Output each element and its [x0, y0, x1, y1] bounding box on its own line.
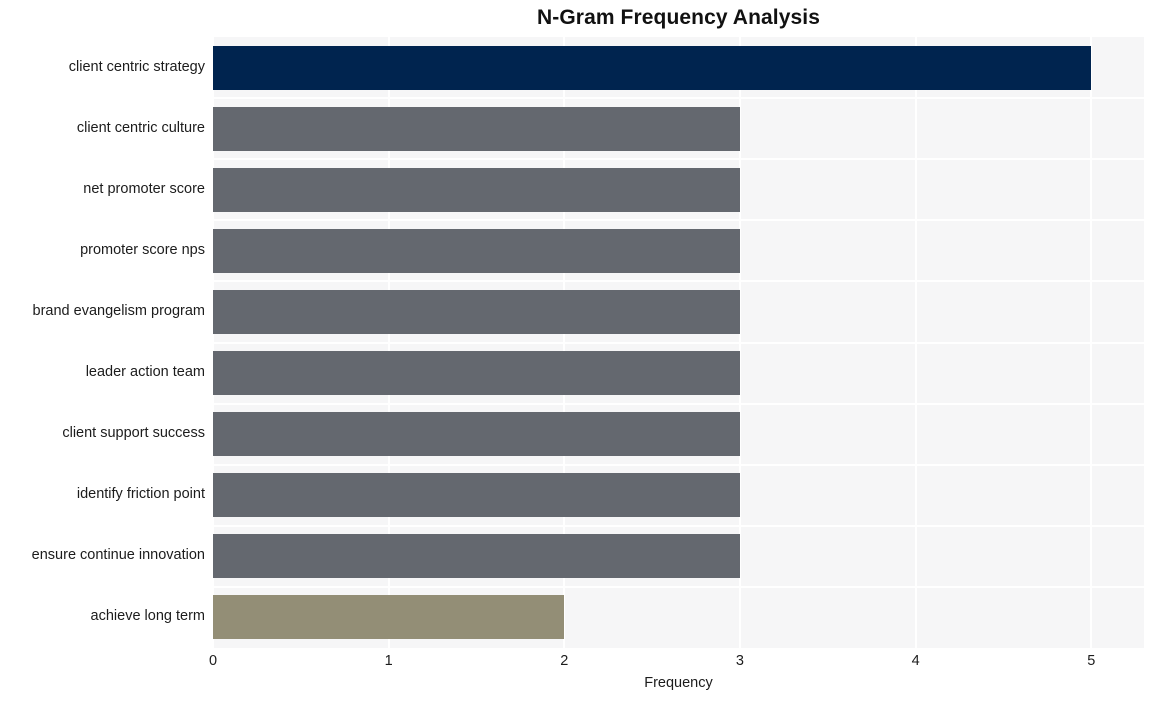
- horizontal-gridline: [213, 585, 1144, 588]
- bar: [213, 351, 740, 396]
- x-axis-tick-label: 3: [735, 653, 744, 669]
- y-axis-tick-label: promoter score nps: [80, 241, 205, 258]
- bar: [213, 228, 740, 273]
- x-axis-tick-label: 5: [1087, 653, 1096, 669]
- horizontal-gridline: [213, 402, 1144, 405]
- horizontal-gridline: [213, 463, 1144, 466]
- bar: [213, 595, 565, 640]
- y-axis-tick-label: achieve long term: [90, 608, 205, 625]
- horizontal-gridline: [213, 524, 1144, 527]
- bar: [213, 412, 740, 457]
- x-axis-title: Frequency: [644, 675, 713, 691]
- x-axis-tick-label: 4: [911, 653, 920, 669]
- x-axis-tick-label: 1: [384, 653, 393, 669]
- horizontal-gridline: [213, 219, 1144, 222]
- y-axis-tick-label: client centric strategy: [68, 58, 205, 75]
- y-axis-tick-label: net promoter score: [83, 180, 205, 197]
- horizontal-gridline: [213, 97, 1144, 100]
- horizontal-gridline: [213, 341, 1144, 344]
- x-axis-tick-labels: 0 1 2 3 4 5: [0, 652, 1153, 674]
- bar: [213, 534, 740, 579]
- plot-area: [213, 37, 1144, 648]
- bar: [213, 473, 740, 518]
- y-axis-tick-label: leader action team: [85, 364, 205, 381]
- chart-title: N-Gram Frequency Analysis: [537, 6, 820, 29]
- x-axis-tick-label: 2: [560, 653, 569, 669]
- x-axis-tick-label: 0: [208, 653, 218, 669]
- ngram-frequency-bar-chart: N-Gram Frequency Analysis client centric…: [0, 0, 1153, 701]
- bar: [213, 167, 740, 212]
- y-axis-tick-label: client support success: [62, 425, 205, 442]
- bar: [213, 45, 1092, 90]
- y-axis-tick-label: brand evangelism program: [32, 302, 205, 319]
- horizontal-gridline: [213, 158, 1144, 161]
- y-axis-tick-labels: client centric strategy client centric cu…: [0, 37, 205, 648]
- horizontal-gridline: [213, 280, 1144, 283]
- bar: [213, 289, 740, 334]
- y-axis-tick-label: client centric culture: [76, 119, 205, 136]
- bar: [213, 106, 740, 151]
- y-axis-tick-label: identify friction point: [76, 486, 205, 503]
- y-axis-tick-label: ensure continue innovation: [31, 547, 205, 564]
